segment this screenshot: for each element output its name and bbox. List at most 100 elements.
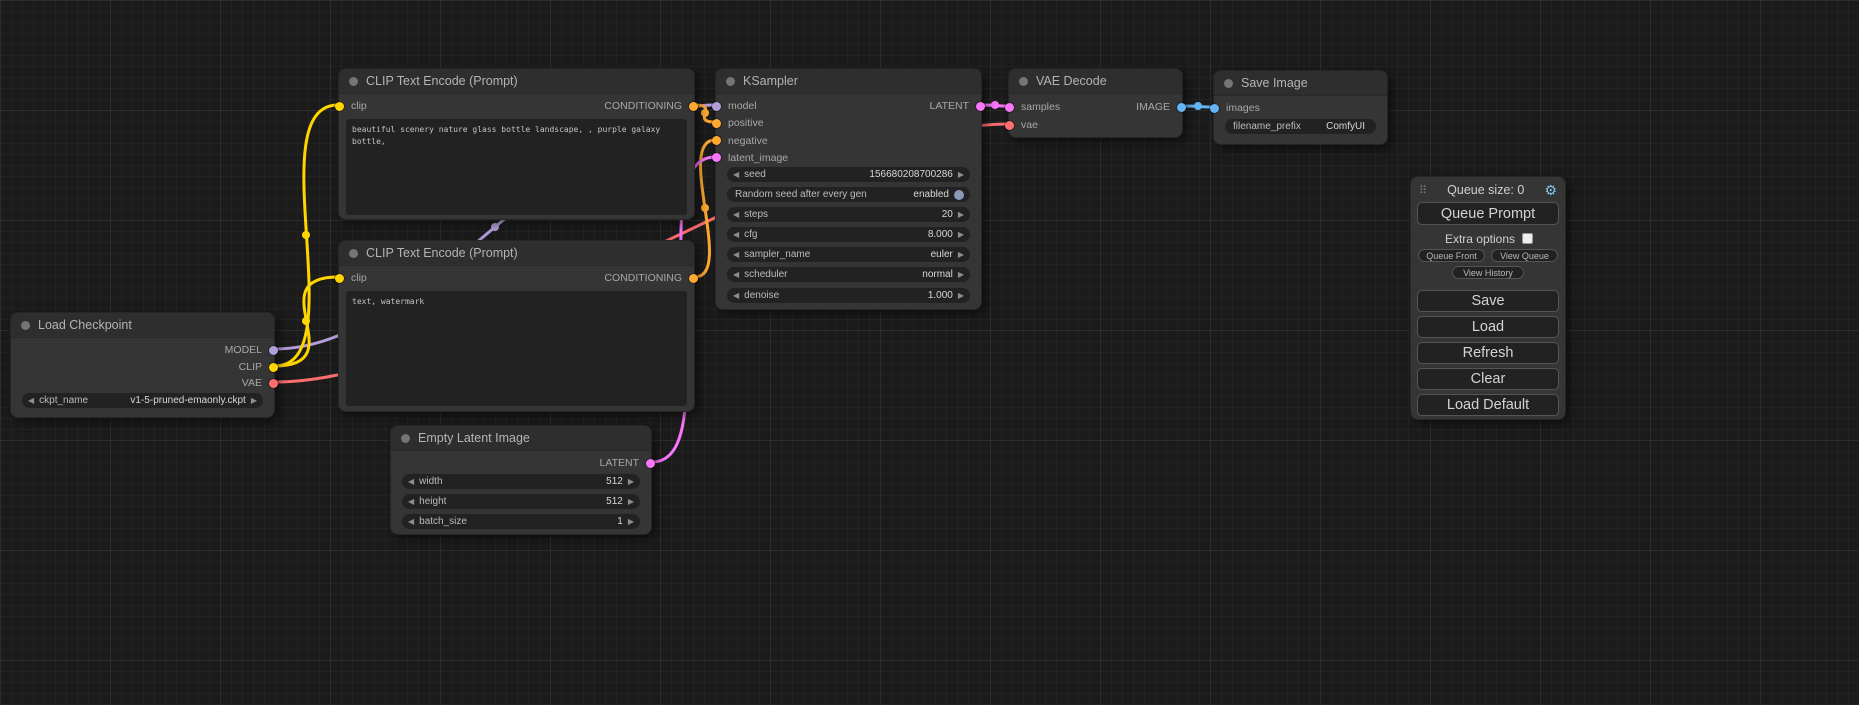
node-collapse-dot-icon[interactable] — [401, 434, 410, 443]
link-midpoint-clip-positive-icon — [302, 231, 310, 239]
input-dot-model[interactable] — [712, 102, 721, 111]
widget-denoise[interactable]: ◀ denoise 1.000 ▶ — [727, 288, 970, 303]
node-clip-text-encode-positive[interactable]: CLIP Text Encode (Prompt) clip CONDITION… — [338, 68, 695, 220]
node-collapse-dot-icon[interactable] — [349, 249, 358, 258]
widget-random-seed-toggle[interactable]: Random seed after every gen enabled — [727, 187, 970, 202]
widget-value: 8.000 — [928, 229, 953, 240]
queue-prompt-button[interactable]: Queue Prompt — [1417, 202, 1559, 225]
decrement-arrow-icon[interactable]: ◀ — [733, 288, 739, 303]
drag-handle-icon[interactable]: ⠿ — [1419, 184, 1427, 197]
node-ksampler[interactable]: KSampler model positive negative latent_… — [715, 68, 982, 310]
output-label-latent: LATENT — [930, 99, 969, 113]
link-midpoint-cond-negative-icon — [701, 204, 709, 212]
widget-width[interactable]: ◀ width 512 ▶ — [402, 474, 640, 489]
increment-arrow-icon[interactable]: ▶ — [958, 207, 964, 222]
increment-arrow-icon[interactable]: ▶ — [628, 494, 634, 509]
queue-menu-panel[interactable]: ⠿ Queue size: 0 ⚙ Queue Prompt Extra opt… — [1410, 176, 1566, 420]
input-dot-clip[interactable] — [335, 102, 344, 111]
output-dot-conditioning[interactable] — [689, 274, 698, 283]
load-default-button[interactable]: Load Default — [1417, 394, 1559, 416]
node-header[interactable]: KSampler — [716, 69, 981, 94]
extra-options-checkbox[interactable] — [1522, 233, 1533, 244]
output-dot-clip[interactable] — [269, 363, 278, 372]
settings-gear-icon[interactable]: ⚙ — [1544, 182, 1557, 199]
queue-size-label: Queue size: 0 — [1427, 183, 1544, 197]
node-header[interactable]: Empty Latent Image — [391, 426, 651, 451]
output-label-conditioning: CONDITIONING — [604, 99, 682, 113]
widget-scheduler[interactable]: ◀ scheduler normal ▶ — [727, 267, 970, 282]
node-clip-text-encode-negative[interactable]: CLIP Text Encode (Prompt) clip CONDITION… — [338, 240, 695, 412]
node-header[interactable]: VAE Decode — [1009, 69, 1182, 94]
node-empty-latent-image[interactable]: Empty Latent Image LATENT ◀ width 512 ▶ … — [390, 425, 652, 535]
increment-arrow-icon[interactable]: ▶ — [958, 288, 964, 303]
node-canvas[interactable]: Load Checkpoint MODEL CLIP VAE ◀ ckpt_na… — [0, 0, 1859, 705]
widget-value: normal — [922, 269, 953, 280]
input-dot-images[interactable] — [1210, 104, 1219, 113]
node-header[interactable]: CLIP Text Encode (Prompt) — [339, 241, 694, 266]
decrement-arrow-icon[interactable]: ◀ — [408, 474, 414, 489]
input-dot-positive[interactable] — [712, 119, 721, 128]
input-dot-samples[interactable] — [1005, 103, 1014, 112]
output-label-model: MODEL — [225, 343, 262, 357]
widget-steps[interactable]: ◀ steps 20 ▶ — [727, 207, 970, 222]
output-dot-conditioning[interactable] — [689, 102, 698, 111]
decrement-arrow-icon[interactable]: ◀ — [733, 207, 739, 222]
node-header[interactable]: Load Checkpoint — [11, 313, 274, 338]
output-dot-latent[interactable] — [976, 102, 985, 111]
increment-arrow-icon[interactable]: ▶ — [251, 393, 257, 408]
widget-label: steps — [744, 209, 768, 220]
view-history-button[interactable]: View History — [1452, 266, 1524, 279]
node-title: VAE Decode — [1036, 74, 1107, 88]
decrement-arrow-icon[interactable]: ◀ — [733, 167, 739, 182]
widget-batch-size[interactable]: ◀ batch_size 1 ▶ — [402, 514, 640, 529]
decrement-arrow-icon[interactable]: ◀ — [733, 227, 739, 242]
widget-value: enabled — [913, 189, 949, 200]
widget-ckpt-name[interactable]: ◀ ckpt_name v1-5-pruned-emaonly.ckpt ▶ — [22, 393, 263, 408]
queue-front-button[interactable]: Queue Front — [1418, 249, 1485, 262]
widget-height[interactable]: ◀ height 512 ▶ — [402, 494, 640, 509]
decrement-arrow-icon[interactable]: ◀ — [733, 267, 739, 282]
node-collapse-dot-icon[interactable] — [21, 321, 30, 330]
output-label-latent: LATENT — [600, 456, 639, 470]
toggle-icon[interactable] — [954, 190, 964, 200]
load-button[interactable]: Load — [1417, 316, 1559, 338]
input-dot-latent-image[interactable] — [712, 153, 721, 162]
increment-arrow-icon[interactable]: ▶ — [958, 247, 964, 262]
widget-seed[interactable]: ◀ seed 156680208700286 ▶ — [727, 167, 970, 182]
node-collapse-dot-icon[interactable] — [349, 77, 358, 86]
widget-cfg[interactable]: ◀ cfg 8.000 ▶ — [727, 227, 970, 242]
widget-sampler-name[interactable]: ◀ sampler_name euler ▶ — [727, 247, 970, 262]
decrement-arrow-icon[interactable]: ◀ — [408, 514, 414, 529]
node-collapse-dot-icon[interactable] — [1019, 77, 1028, 86]
increment-arrow-icon[interactable]: ▶ — [958, 267, 964, 282]
node-load-checkpoint[interactable]: Load Checkpoint MODEL CLIP VAE ◀ ckpt_na… — [10, 312, 275, 418]
input-dot-vae[interactable] — [1005, 121, 1014, 130]
decrement-arrow-icon[interactable]: ◀ — [408, 494, 414, 509]
clear-button[interactable]: Clear — [1417, 368, 1559, 390]
decrement-arrow-icon[interactable]: ◀ — [28, 393, 34, 408]
prompt-textarea[interactable]: beautiful scenery nature glass bottle la… — [346, 119, 687, 215]
node-save-image[interactable]: Save Image images filename_prefix ComfyU… — [1213, 70, 1388, 145]
refresh-button[interactable]: Refresh — [1417, 342, 1559, 364]
output-dot-model[interactable] — [269, 346, 278, 355]
decrement-arrow-icon[interactable]: ◀ — [733, 247, 739, 262]
node-vae-decode[interactable]: VAE Decode samples vae IMAGE — [1008, 68, 1183, 138]
output-dot-latent[interactable] — [646, 459, 655, 468]
save-button[interactable]: Save — [1417, 290, 1559, 312]
input-dot-clip[interactable] — [335, 274, 344, 283]
increment-arrow-icon[interactable]: ▶ — [958, 227, 964, 242]
prompt-textarea[interactable]: text, watermark — [346, 291, 687, 406]
node-collapse-dot-icon[interactable] — [1224, 79, 1233, 88]
increment-arrow-icon[interactable]: ▶ — [628, 474, 634, 489]
view-queue-button[interactable]: View Queue — [1491, 249, 1558, 262]
widget-filename-prefix[interactable]: filename_prefix ComfyUI — [1225, 119, 1376, 134]
input-dot-negative[interactable] — [712, 136, 721, 145]
node-header[interactable]: Save Image — [1214, 71, 1387, 96]
node-header[interactable]: CLIP Text Encode (Prompt) — [339, 69, 694, 94]
widget-value: 1.000 — [928, 290, 953, 301]
increment-arrow-icon[interactable]: ▶ — [628, 514, 634, 529]
output-dot-image[interactable] — [1177, 103, 1186, 112]
increment-arrow-icon[interactable]: ▶ — [958, 167, 964, 182]
node-collapse-dot-icon[interactable] — [726, 77, 735, 86]
output-dot-vae[interactable] — [269, 379, 278, 388]
